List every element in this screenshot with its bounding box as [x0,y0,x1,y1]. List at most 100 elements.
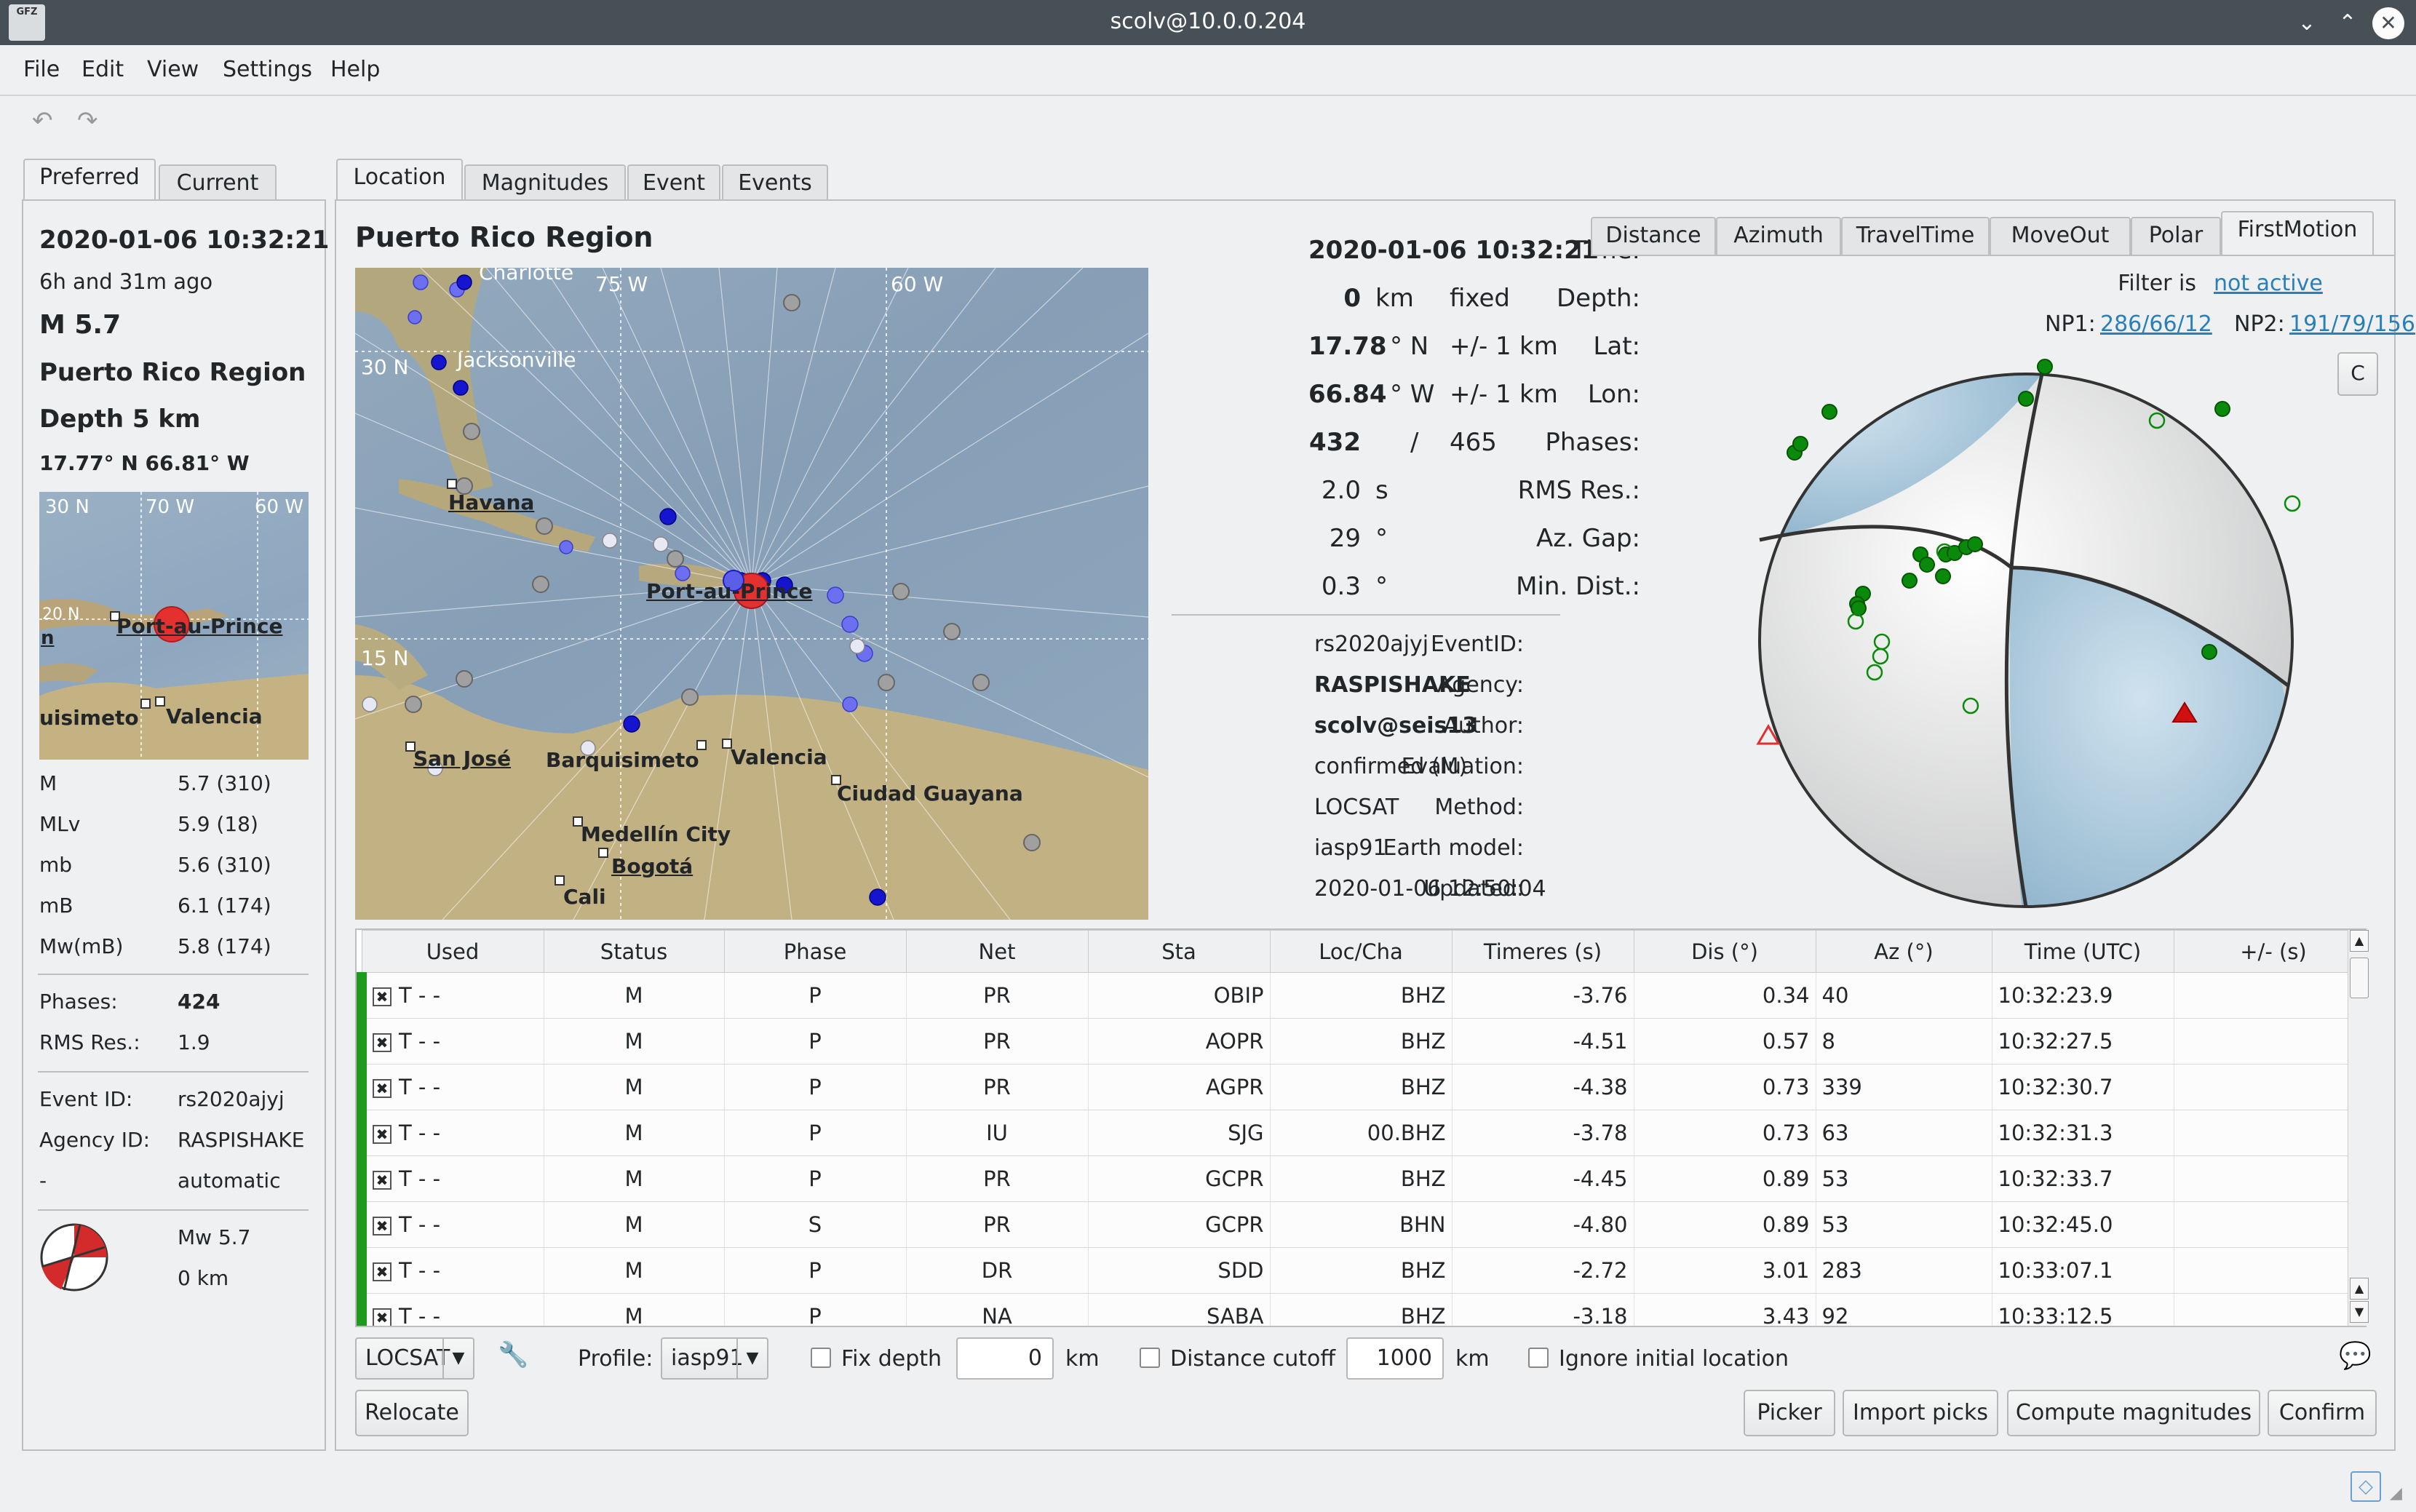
used-checkbox[interactable]: ✖ [373,1125,392,1144]
cell-uncertainty [2174,1155,2365,1202]
used-cell: ✖ T - - [357,972,544,1019]
column-header[interactable]: Dis (°) [1633,930,1816,973]
cell-sta: SDD [1088,1247,1271,1294]
used-checkbox[interactable]: ✖ [373,1217,392,1236]
column-header[interactable]: Loc/Cha [1269,930,1453,973]
depth-label: Depth: [1556,284,1640,313]
location-map[interactable]: 75 W 60 W 30 N 15 N Charlotte Jacksonvil… [355,268,1148,920]
fix-depth-input[interactable]: 0 [956,1337,1054,1380]
connection-status-icon[interactable]: ◇ [2351,1471,2381,1502]
np2-link[interactable]: 191/79/156 [2289,311,2415,337]
table-scrollbar[interactable]: ▲ ▲ ▼ [2348,930,2369,1326]
profile-select[interactable]: iasp91 ▼ [661,1337,768,1380]
firstmotion-plot[interactable] [1713,336,2339,940]
redo-icon[interactable]: ↷ [77,106,106,135]
used-checkbox[interactable]: ✖ [373,1171,392,1190]
menu-help[interactable]: Help [330,57,380,82]
column-header[interactable]: Sta [1087,930,1271,973]
cell-cha: BHN [1270,1201,1453,1248]
menu-edit[interactable]: Edit [82,57,124,82]
lat-unit: ° N [1390,332,1429,361]
table-row[interactable]: ✖ T - - M S PR GCPR BHN -4.80 0.89 53 10:32:45.0 [357,1201,2365,1248]
map-city: Jacksonville [457,348,576,372]
minimize-icon[interactable]: ⌄ [2291,7,2323,39]
column-header[interactable]: Used [361,930,544,973]
divider [38,974,309,975]
cell-cha: BHZ [1270,1247,1453,1294]
table-row[interactable]: ✖ T - - M P PR AOPR BHZ -4.51 0.57 8 10:32:27.5 [357,1018,2365,1065]
scroll-up-icon[interactable]: ▲ [2350,1278,2369,1300]
mini-map-city-portauprince: Port-au-Prince [116,614,283,638]
map-city: Havana [448,490,535,514]
tab-preferred[interactable]: Preferred [23,159,156,201]
scroll-up-icon[interactable]: ▲ [2350,930,2369,952]
tab-firstmotion[interactable]: FirstMotion [2221,211,2374,255]
tab-events[interactable]: Events [722,164,828,202]
time-value: 2020-01-06 10:32:21 [1308,236,1599,265]
used-checkbox[interactable]: ✖ [373,1262,392,1281]
fix-depth-checkbox[interactable] [811,1348,831,1368]
used-checkbox[interactable]: ✖ [373,1308,392,1326]
table-row[interactable]: ✖ T - - M P NA SABA BHZ -3.18 3.43 92 10:33:12.5 [357,1293,2365,1326]
import-picks-button[interactable]: Import picks [1843,1390,1998,1436]
table-row[interactable]: ✖ T - - M P PR GCPR BHZ -4.45 0.89 53 10:32:33.7 [357,1155,2365,1202]
column-header[interactable]: Time (UTC) [1991,930,2174,973]
tab-traveltime[interactable]: TravelTime [1841,217,1990,255]
used-flags: T - - [399,1166,441,1191]
maximize-icon[interactable]: ⌃ [2332,7,2364,39]
compute-magnitudes-button[interactable]: Compute magnitudes [2007,1390,2260,1436]
cell-phase: P [724,1064,907,1110]
info-value: iasp91 [1314,835,1387,861]
tab-magnitudes[interactable]: Magnitudes [464,164,626,202]
tab-event[interactable]: Event [627,164,720,202]
np1-label: NP1: [2045,311,2096,337]
tab-location[interactable]: Location [336,159,463,201]
confirm-button[interactable]: Confirm [2268,1390,2377,1436]
tab-current[interactable]: Current [159,164,277,202]
table-row[interactable]: ✖ T - - M P PR OBIP BHZ -3.76 0.34 40 10:32:23.9 [357,972,2365,1019]
resize-grip-icon[interactable]: ◢ [2390,1484,2409,1503]
column-header[interactable]: Status [543,930,725,973]
column-header[interactable]: Az (°) [1815,930,1992,973]
table-row[interactable]: ✖ T - - M P PR AGPR BHZ -4.38 0.73 339 10:32:30.7 [357,1064,2365,1110]
table-row[interactable]: ✖ T - - M P DR SDD BHZ -2.72 3.01 283 10:33:07.1 [357,1247,2365,1294]
tab-moveout[interactable]: MoveOut [1990,217,2131,255]
cell-res: -3.76 [1452,972,1634,1019]
phase-table[interactable]: Used Status Phase Net Sta Loc/Cha Timere… [355,928,2367,1327]
column-header[interactable]: Phase [723,930,907,973]
table-row[interactable]: ✖ T - - M P IU SJG 00.BHZ -3.78 0.73 63 10:32:31.3 [357,1110,2365,1156]
mini-map[interactable]: 30 N 70 W 60 W 20 N n Port-au-Prince Val… [39,492,309,760]
map-city: Charlotte [479,268,574,285]
scroll-down-icon[interactable]: ▼ [2350,1301,2369,1323]
column-header[interactable]: Timeres (s) [1451,930,1634,973]
close-icon[interactable]: ✕ [2372,7,2404,39]
relocate-button[interactable]: Relocate [355,1390,469,1436]
tab-polar[interactable]: Polar [2131,217,2221,255]
mini-map-lat-label: 30 N [45,496,90,518]
comment-icon[interactable]: 💬 [2339,1340,2372,1371]
tab-distance[interactable]: Distance [1591,217,1716,255]
distance-cutoff-input[interactable]: 1000 [1346,1337,1444,1380]
ignore-initial-checkbox[interactable] [1528,1348,1549,1368]
cell-dis: 3.01 [1634,1247,1816,1294]
menu-file[interactable]: File [23,57,60,82]
scroll-thumb[interactable] [2350,958,2369,998]
phases-value: 424 [178,990,220,1014]
used-checkbox[interactable]: ✖ [373,1079,392,1098]
wrench-icon[interactable]: 🔧 [498,1340,528,1369]
used-checkbox[interactable]: ✖ [373,1033,392,1052]
np1-link[interactable]: 286/66/12 [2100,311,2212,337]
menu-settings[interactable]: Settings [223,57,312,82]
tab-azimuth[interactable]: Azimuth [1716,217,1841,255]
corner-button[interactable]: C [2337,352,2378,396]
info-value: 2020-01-06 12:50:04 [1314,876,1546,902]
column-header[interactable]: Net [905,930,1089,973]
method-select[interactable]: LOCSAT ▼ [355,1337,474,1380]
picker-button[interactable]: Picker [1744,1390,1835,1436]
used-checkbox[interactable]: ✖ [373,987,392,1006]
filter-link[interactable]: not active [2214,271,2323,296]
distance-cutoff-checkbox[interactable] [1140,1348,1160,1368]
undo-icon[interactable]: ↶ [32,106,61,135]
menu-view[interactable]: View [147,57,199,82]
column-header[interactable]: +/- (s) [2173,930,2365,973]
